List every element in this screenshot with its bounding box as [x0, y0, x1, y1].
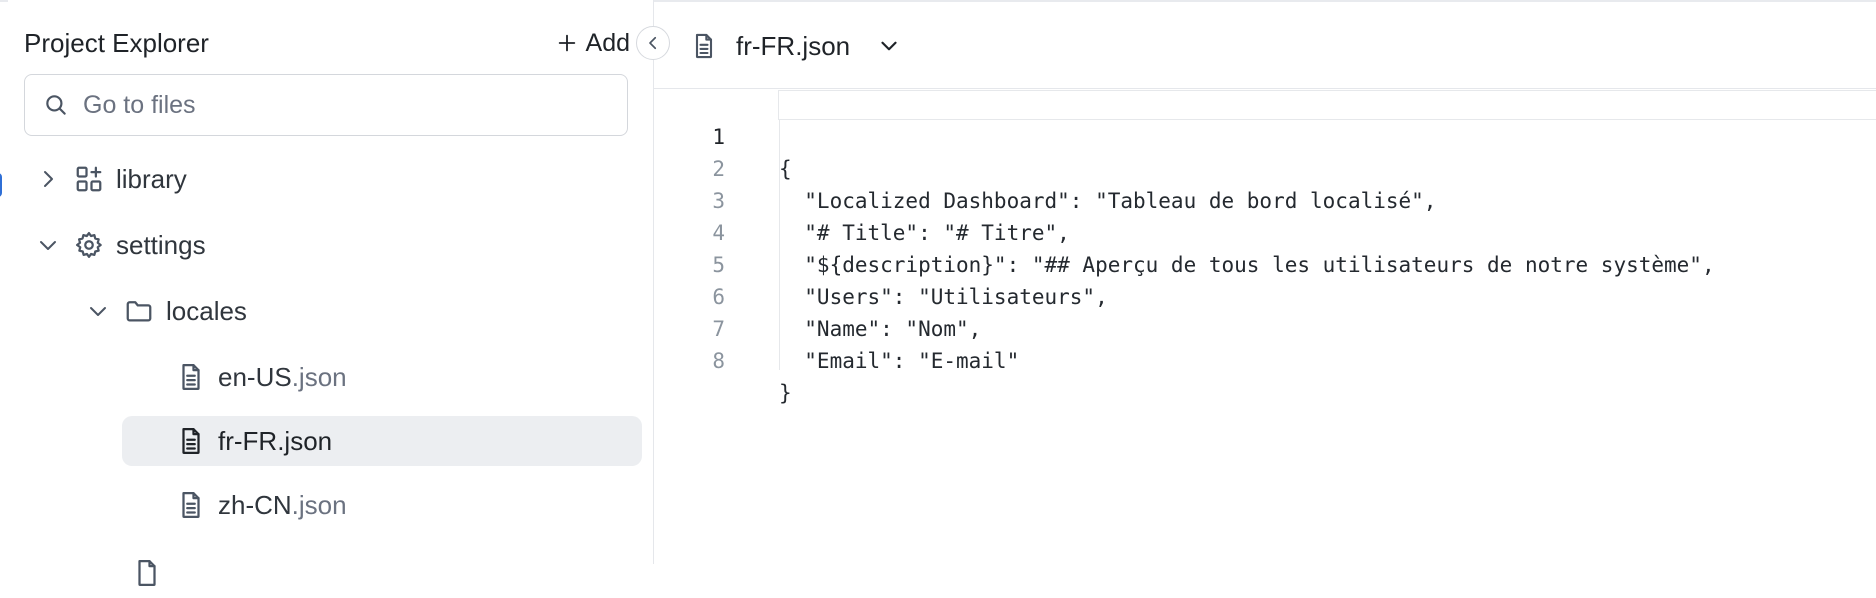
code-line: 1 {	[655, 89, 1876, 181]
file-text-icon	[176, 426, 206, 456]
code-line: 2 "Localized Dashboard": "Tableau de bor…	[655, 121, 1876, 213]
file-name: en-US	[218, 361, 292, 392]
search-input[interactable]	[81, 89, 605, 121]
project-explorer-sidebar: Project Explorer Add library setting	[8, 0, 654, 586]
tree-file-fr-fr[interactable]: fr-FR .json	[122, 416, 642, 466]
code-line: 4 "${description}": "## Aperçu de tous l…	[655, 185, 1876, 277]
tree-file-zh-cn[interactable]: zh-CN .json	[176, 480, 347, 530]
folder-icon	[124, 296, 154, 326]
add-button-label: Add	[585, 28, 630, 57]
search-icon	[43, 92, 69, 118]
tree-label-locales: locales	[166, 295, 247, 326]
tree-folder-locales[interactable]: locales	[86, 286, 247, 336]
file-name: zh-CN	[218, 489, 292, 520]
sidebar-title: Project Explorer	[24, 28, 209, 58]
tree-file-clipped[interactable]	[132, 548, 174, 598]
code-editor[interactable]: 1 { 2 "Localized Dashboard": "Tableau de…	[655, 90, 1876, 564]
tree-folder-library[interactable]: library	[36, 154, 187, 204]
file-text-icon	[690, 32, 718, 60]
chevron-right-icon[interactable]	[36, 167, 60, 191]
add-button[interactable]: Add	[556, 26, 630, 60]
tree-label-settings: settings	[116, 229, 206, 260]
tree-folder-settings[interactable]: settings	[36, 220, 206, 270]
line-number: 8	[712, 349, 725, 373]
tree-label-library: library	[116, 163, 187, 194]
chevron-down-icon[interactable]	[86, 299, 110, 323]
plus-icon	[556, 32, 578, 54]
file-extension: .json	[277, 425, 333, 456]
tab-fr-fr-json[interactable]: fr-FR.json	[690, 26, 902, 66]
library-blocks-icon	[74, 164, 104, 194]
code-line: 5 "Users": "Utilisateurs",	[655, 217, 1876, 309]
chevron-left-icon	[644, 34, 662, 52]
code-line: 7 "Email": "E-mail"	[655, 281, 1876, 373]
file-text-icon	[176, 490, 206, 520]
edge-indicator	[0, 173, 2, 197]
chevron-down-icon[interactable]	[876, 33, 902, 59]
line-text: }	[779, 381, 792, 405]
file-extension: .json	[291, 489, 347, 520]
file-text-icon	[132, 558, 162, 588]
tab-label: fr-FR.json	[736, 30, 851, 61]
file-name: fr-FR	[218, 425, 278, 456]
sidebar-header: Project Explorer Add	[24, 24, 630, 64]
file-text-icon	[176, 362, 206, 392]
editor-tab-bar: fr-FR.json	[654, 2, 1876, 89]
collapse-sidebar-button[interactable]	[636, 26, 670, 60]
gear-icon	[74, 230, 104, 260]
file-search[interactable]	[24, 74, 628, 136]
chevron-down-icon[interactable]	[36, 233, 60, 257]
code-line: 3 "# Title": "# Titre",	[655, 153, 1876, 245]
code-line: 6 "Name": "Nom",	[655, 249, 1876, 341]
file-extension: .json	[291, 361, 347, 392]
tree-file-en-us[interactable]: en-US .json	[176, 352, 347, 402]
line-text: "Email": "E-mail"	[779, 349, 1020, 373]
code-line: 8 }	[655, 313, 1876, 405]
